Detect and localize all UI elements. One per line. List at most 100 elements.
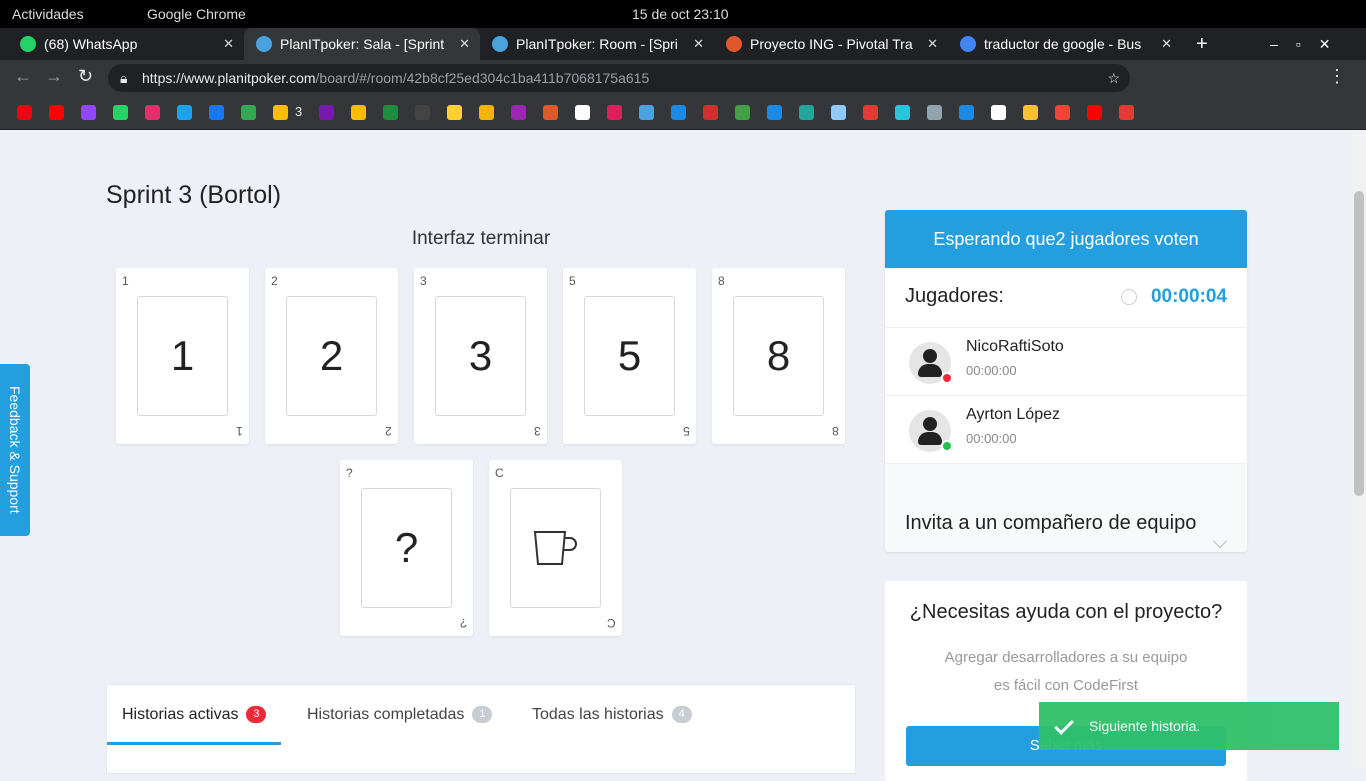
activities-button[interactable]: Actividades	[12, 6, 84, 22]
help-text: es fácil con CodeFirst	[993, 677, 1139, 694]
card-?[interactable]: ???	[340, 460, 473, 636]
card-5[interactable]: 555	[563, 268, 696, 444]
app-icon[interactable]	[639, 105, 654, 120]
app-icon[interactable]	[991, 105, 1006, 120]
pivotal-icon	[726, 36, 742, 52]
card-corner: 1	[236, 424, 243, 438]
tab-label: Historias completadas	[307, 706, 465, 723]
scrollbar[interactable]	[1352, 131, 1366, 768]
twitch-icon[interactable]	[81, 105, 96, 120]
planitpoker-icon	[256, 36, 272, 52]
app-icon[interactable]	[1119, 105, 1134, 120]
avatar	[909, 410, 953, 452]
coffee-cup-icon	[510, 488, 601, 608]
card-3[interactable]: 333	[414, 268, 547, 444]
forward-icon[interactable]: →	[45, 66, 63, 87]
url-input[interactable]: 🔒︎ https://www.planitpoker.com/board/#/r…	[108, 64, 1130, 92]
card-corner: 5	[683, 424, 690, 438]
tab-pivotal[interactable]: Proyecto ING - Pivotal Tra ✕	[714, 28, 948, 60]
invite-label: Invita a un compañero de equipo	[905, 512, 1197, 534]
close-tab-icon[interactable]: ✕	[693, 28, 704, 60]
app-icon[interactable]	[735, 105, 750, 120]
app-icon[interactable]	[927, 105, 942, 120]
tab-label: Historias activas	[122, 706, 239, 723]
close-tab-icon[interactable]: ✕	[927, 28, 938, 60]
stories-tabs: Historias activas 3 Historias completadas…	[106, 684, 856, 774]
menu-icon[interactable]: ⋮	[1328, 66, 1346, 87]
app-icon[interactable]	[895, 105, 910, 120]
help-title: ¿Necesitas ayuda con el proyecto?	[909, 601, 1223, 623]
address-bar-row: ← → ↻ 🔒︎ https://www.planitpoker.com/boa…	[0, 60, 1366, 96]
miro-icon[interactable]	[447, 105, 462, 120]
card-corner: 2	[385, 424, 392, 438]
chevron-down-icon[interactable]	[1212, 533, 1228, 549]
drive-icon[interactable]	[273, 105, 288, 120]
tab-title: PlanITpoker: Sala - [Sprint	[280, 36, 445, 52]
onenote-icon[interactable]	[319, 105, 334, 120]
player-time: 00:00:00	[966, 431, 1017, 446]
invite-section[interactable]: Invita a un compañero de equipo	[885, 464, 1247, 552]
reload-icon[interactable]: ↻	[78, 66, 93, 87]
bookmark-star-icon[interactable]: ☆	[1107, 64, 1120, 92]
youtube-icon[interactable]	[1087, 105, 1102, 120]
app-icon[interactable]	[479, 105, 494, 120]
new-tab-button[interactable]: +	[1186, 28, 1208, 60]
app-icon[interactable]	[767, 105, 782, 120]
card-corner: 3	[534, 424, 541, 438]
slack-icon[interactable]	[607, 105, 622, 120]
pivotal-icon[interactable]	[543, 105, 558, 120]
feedback-button[interactable]: Feedback & Support	[0, 364, 30, 536]
app-icon[interactable]	[1055, 105, 1070, 120]
player-name: NicoRaftiSoto	[966, 338, 1064, 355]
netflix-icon[interactable]	[17, 105, 32, 120]
count-badge: 1	[472, 706, 493, 723]
app-icon[interactable]	[1023, 105, 1038, 120]
close-tab-icon[interactable]: ✕	[223, 28, 234, 60]
app-icon[interactable]	[703, 105, 718, 120]
tab-whatsapp[interactable]: (68) WhatsApp ✕	[8, 28, 244, 60]
instagram-icon[interactable]	[145, 105, 160, 120]
tab-title: traductor de google - Bus	[984, 36, 1142, 52]
app-icon[interactable]	[671, 105, 686, 120]
whatsapp-icon[interactable]	[113, 105, 128, 120]
status-dot	[941, 440, 953, 452]
tab-active-stories[interactable]: Historias activas 3	[107, 685, 282, 745]
google-icon	[960, 36, 976, 52]
card-2[interactable]: 222	[265, 268, 398, 444]
card-C[interactable]: CC	[489, 460, 622, 636]
tab-planitpoker-sala[interactable]: PlanITpoker: Sala - [Sprint ✕	[244, 28, 480, 60]
app-icon[interactable]	[831, 105, 846, 120]
app-icon[interactable]	[959, 105, 974, 120]
palette-icon[interactable]	[511, 105, 526, 120]
clock-icon	[1121, 289, 1137, 305]
tab-google[interactable]: traductor de google - Bus ✕	[948, 28, 1182, 60]
facebook-icon[interactable]	[209, 105, 224, 120]
app-icon[interactable]	[799, 105, 814, 120]
page-content: Sprint 3 (Bortol) Interfaz terminar 1112…	[0, 131, 1352, 781]
toast-notification: Siguiente historia.	[1039, 702, 1339, 750]
tab-planitpoker-room[interactable]: PlanITpoker: Room - [Spri ✕	[480, 28, 714, 60]
back-icon[interactable]: ←	[14, 66, 32, 87]
app-icon[interactable]	[863, 105, 878, 120]
card-8[interactable]: 888	[712, 268, 845, 444]
tab-completed-stories[interactable]: Historias completadas 1	[292, 685, 507, 745]
tab-title: Proyecto ING - Pivotal Tra	[750, 36, 913, 52]
tab-title: PlanITpoker: Room - [Spri	[516, 36, 678, 52]
player-row: Ayrton López 00:00:00	[885, 396, 1247, 464]
trello-icon[interactable]	[575, 105, 590, 120]
window-controls[interactable]: –▫✕	[1270, 28, 1360, 60]
card-1[interactable]: 111	[116, 268, 249, 444]
classroom-icon[interactable]	[383, 105, 398, 120]
card-corner: 1	[122, 274, 129, 288]
close-tab-icon[interactable]: ✕	[1161, 28, 1172, 60]
github-icon[interactable]	[415, 105, 430, 120]
drive-icon[interactable]	[241, 105, 256, 120]
tab-all-stories[interactable]: Todas las historias 4	[517, 685, 707, 745]
youtube-icon[interactable]	[49, 105, 64, 120]
keep-icon[interactable]	[351, 105, 366, 120]
close-tab-icon[interactable]: ✕	[459, 28, 470, 60]
clock[interactable]: 15 de oct 23:10	[632, 6, 729, 22]
twitter-icon[interactable]	[177, 105, 192, 120]
card-value: 3	[435, 296, 526, 416]
app-menu[interactable]: Google Chrome	[147, 6, 246, 22]
